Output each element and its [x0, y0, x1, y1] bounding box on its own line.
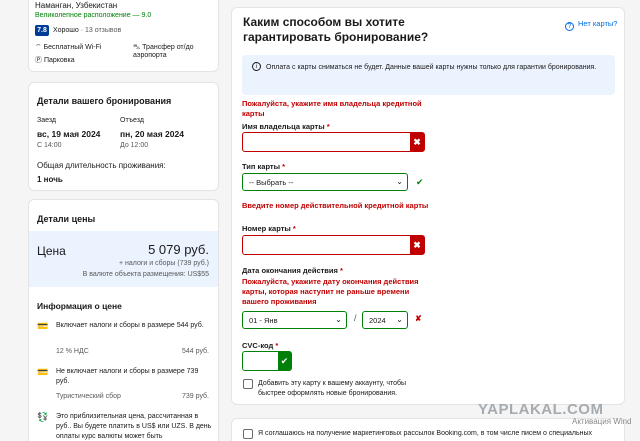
marketing-consent-card: Я соглашаюсь на получение маркетинговых …: [231, 418, 625, 441]
vat-label: 12 % НДС: [56, 348, 89, 355]
parking-icon: Ⓟ: [35, 57, 42, 64]
valid-check-icon: ✔: [416, 177, 424, 187]
price-details-title: Детали цены: [37, 214, 96, 224]
save-card-label: Добавить эту карту к вашему аккаунту, чт…: [258, 380, 407, 397]
tourist-tax-label: Туристический сбор: [56, 393, 121, 400]
excluded-tax-icon: 💳: [37, 367, 49, 377]
currency-note-text: Это приблизительная цена, рассчитанная в…: [56, 413, 212, 440]
holder-error: Пожалуйста, укажите имя владельца кредит…: [242, 99, 422, 118]
duration-value: 1 ночь: [37, 175, 63, 184]
invalid-x-icon: ✘: [415, 314, 422, 323]
valid-check-icon: ✔: [278, 352, 291, 370]
price-summary: Цена 5 079 руб. + налоги и сборы (739 ру…: [29, 231, 218, 287]
review-score-text: Хорошо · 13 отзывов: [53, 27, 121, 34]
shuttle-icon: ⛍: [133, 44, 141, 51]
amenity-transfer: ⛍ Трансфер от/до аэропорта: [133, 44, 194, 59]
card-number-error: Введите номер действительной кредитной к…: [242, 201, 429, 210]
price-taxes: + налоги и сборы (739 руб.): [118, 260, 209, 267]
card-type-label: Тип карты *: [242, 162, 286, 171]
error-x-icon: ✖: [410, 236, 424, 254]
holder-name-input[interactable]: ✖: [242, 132, 425, 152]
chevron-down-icon: ⌄: [396, 177, 403, 186]
expiry-month-select[interactable]: 01 - Янв ⌄: [242, 311, 347, 329]
location-score-note: Великолепное расположение — 9.0: [35, 12, 152, 19]
booking-details-title: Детали вашего бронирования: [37, 96, 172, 106]
error-x-icon: ✖: [410, 133, 424, 151]
expiry-error: Пожалуйста, укажите дату окончания дейст…: [242, 277, 419, 306]
currency-note-icon: 💱: [37, 412, 49, 422]
checkout-label: Отъезд: [120, 117, 144, 124]
checkout-time: До 12:00: [120, 142, 149, 149]
windows-activation-notice: Активация Wind: [572, 417, 632, 426]
review-score-label: Хорошо: [53, 27, 79, 34]
wifi-icon: ⌔: [35, 44, 42, 51]
marketing-label: Я соглашаюсь на получение маркетинговых …: [258, 430, 593, 437]
date-separator: /: [354, 313, 357, 323]
hotel-location: Наманган, Узбекистан: [35, 1, 118, 10]
amenity-wifi: ⌔ Бесплатный Wi-Fi: [35, 44, 102, 51]
checkin-date: вс, 19 мая 2024: [37, 129, 101, 139]
included-tax-text: Включает налоги и сборы в размере 544 ру…: [56, 322, 204, 329]
review-score-badge: 7.8: [35, 25, 49, 36]
included-tax-icon: 💳: [37, 321, 49, 331]
expiry-label: Дата окончания действия *: [242, 266, 343, 275]
info-icon: i: [252, 62, 261, 71]
hotel-summary-card: Наманган, Узбекистан Великолепное распол…: [28, 0, 219, 72]
checkin-label: Заезд: [37, 117, 57, 124]
duration-label: Общая длительность проживания:: [37, 161, 166, 170]
expiry-year-select[interactable]: 2024 ⌄: [362, 311, 408, 329]
payment-guarantee-card: Каким способом вы хотите гарантировать б…: [231, 7, 625, 405]
price-info-title: Информация о цене: [37, 301, 122, 311]
booking-details-card: Детали вашего бронирования Заезд вс, 19 …: [28, 82, 219, 191]
info-banner: i Оплата с карты сниматься не будет. Дан…: [242, 55, 615, 95]
holder-label: Имя владельца карты *: [242, 122, 330, 131]
chevron-down-icon: ⌄: [335, 315, 342, 324]
checkout-date: пн, 20 мая 2024: [120, 129, 184, 139]
cvc-label: CVC-код *: [242, 341, 279, 350]
amenity-parking: Ⓟ Парковка: [35, 57, 75, 64]
checkin-time: С 14:00: [37, 142, 62, 149]
no-card-label: Нет карты?: [578, 19, 618, 28]
form-title: Каким способом вы хотите гарантировать б…: [243, 15, 429, 44]
info-text: Оплата с карты сниматься не будет. Данны…: [266, 64, 597, 71]
cvc-input[interactable]: ✔: [242, 351, 292, 371]
price-label: Цена: [37, 244, 66, 258]
card-number-input[interactable]: ✖: [242, 235, 425, 255]
marketing-checkbox[interactable]: [243, 429, 253, 439]
review-count: · 13 отзывов: [80, 27, 122, 34]
price-details-card: Детали цены Цена 5 079 руб. + налоги и с…: [28, 199, 219, 441]
question-circle-icon: ?: [565, 22, 574, 31]
site-watermark: YAPLAKAL.COM: [478, 401, 604, 418]
vat-value: 544 руб.: [182, 348, 209, 355]
card-number-label: Номер карты *: [242, 224, 296, 233]
chevron-down-icon: ⌄: [396, 315, 403, 324]
tourist-tax-value: 739 руб.: [182, 393, 209, 400]
price-local-currency: В валюте объекта размещения: US$55: [82, 271, 209, 278]
save-card-checkbox[interactable]: [243, 379, 253, 389]
excluded-tax-text: Не включает налоги и сборы в размере 739…: [56, 368, 199, 385]
card-type-select[interactable]: -- Выбрать -- ⌄: [242, 173, 408, 191]
price-amount: 5 079 руб.: [148, 242, 209, 257]
